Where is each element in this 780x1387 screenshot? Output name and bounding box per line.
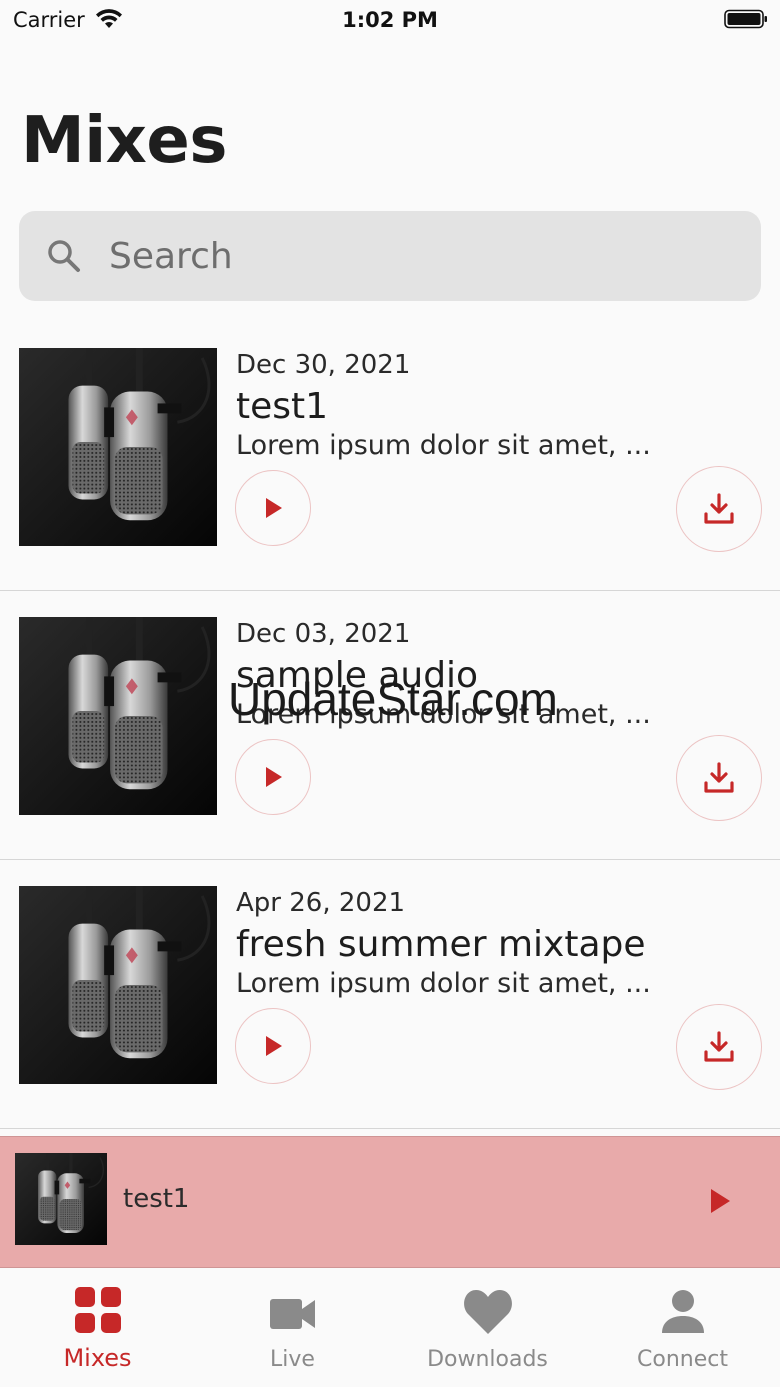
search-input[interactable]	[109, 211, 729, 301]
play-icon	[266, 498, 282, 518]
search-bar[interactable]	[19, 211, 761, 301]
person-icon	[661, 1290, 704, 1333]
play-icon	[266, 1036, 282, 1056]
download-icon	[704, 1031, 734, 1062]
download-button[interactable]	[676, 466, 762, 552]
tab-bar: Mixes Live Downloads Connect	[0, 1269, 780, 1387]
tab-label: Connect	[637, 1347, 728, 1372]
mix-date: Dec 30, 2021	[236, 350, 411, 380]
mix-description: Lorem ipsum dolor sit amet, ...	[236, 968, 651, 999]
mix-date: Apr 26, 2021	[236, 888, 406, 918]
status-bar: Carrier 1:02 PM	[0, 0, 780, 40]
download-icon	[704, 762, 734, 793]
mix-description: Lorem ipsum dolor sit amet, ...	[236, 699, 651, 730]
battery-icon	[724, 9, 767, 29]
now-playing-bar[interactable]: test1	[0, 1136, 780, 1268]
play-button[interactable]	[235, 470, 311, 546]
list-item[interactable]: Dec 30, 2021 test1 Lorem ipsum dolor sit…	[0, 322, 780, 591]
play-button[interactable]	[235, 739, 311, 815]
download-icon	[704, 493, 734, 524]
mix-title: test1	[236, 386, 329, 427]
microphone-thumbnail	[19, 348, 217, 546]
mix-title: fresh summer mixtape	[236, 924, 646, 965]
tab-label: Downloads	[427, 1347, 548, 1372]
now-playing-title: test1	[123, 1184, 190, 1214]
tab-mixes[interactable]: Mixes	[0, 1269, 195, 1387]
video-camera-icon	[269, 1299, 315, 1329]
microphone-thumbnail	[15, 1153, 107, 1245]
clock: 1:02 PM	[342, 8, 438, 32]
download-button[interactable]	[676, 735, 762, 821]
mix-date: Dec 03, 2021	[236, 619, 411, 649]
play-icon	[711, 1189, 730, 1213]
play-button[interactable]	[235, 1008, 311, 1084]
tab-connect[interactable]: Connect	[585, 1269, 780, 1387]
microphone-thumbnail	[19, 617, 217, 815]
tab-downloads[interactable]: Downloads	[390, 1269, 585, 1387]
tab-label: Live	[270, 1347, 315, 1372]
heart-icon	[463, 1290, 512, 1334]
list-item[interactable]: Dec 03, 2021 sample audio Lorem ipsum do…	[0, 591, 780, 860]
download-button[interactable]	[676, 1004, 762, 1090]
mix-title: sample audio	[236, 655, 479, 696]
list-item[interactable]: Apr 26, 2021 fresh summer mixtape Lorem …	[0, 860, 780, 1129]
search-icon	[48, 240, 80, 272]
microphone-thumbnail	[19, 886, 217, 1084]
mix-description: Lorem ipsum dolor sit amet, ...	[236, 430, 651, 461]
play-button[interactable]	[700, 1181, 740, 1221]
play-icon	[266, 767, 282, 787]
page-title: Mixes	[21, 104, 227, 178]
tab-label: Mixes	[63, 1344, 132, 1372]
tab-live[interactable]: Live	[195, 1269, 390, 1387]
mix-list: Dec 30, 2021 test1 Lorem ipsum dolor sit…	[0, 322, 780, 1129]
grid-icon	[74, 1287, 121, 1333]
